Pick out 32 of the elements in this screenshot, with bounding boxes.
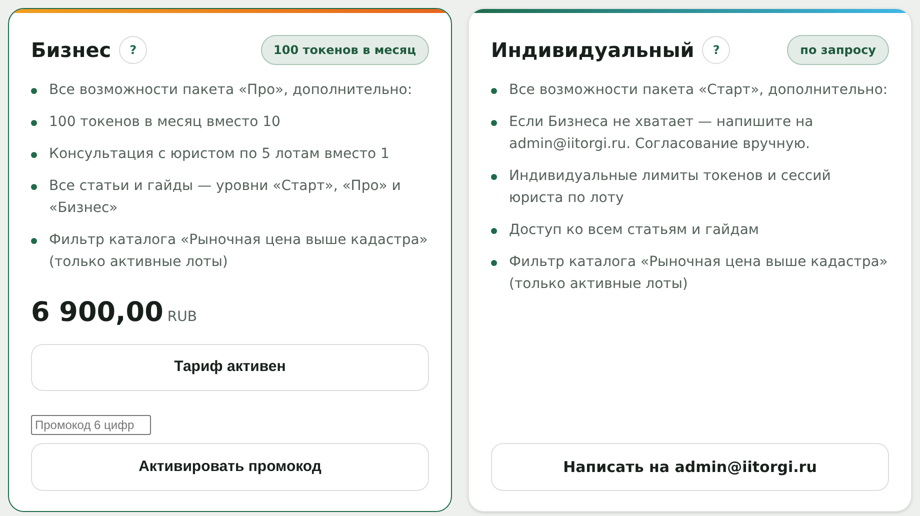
price-currency: RUB [167, 308, 197, 327]
plan-badge: по запросу [787, 35, 889, 65]
feature-text: Все возможности пакета «Старт», дополнительно: [509, 81, 888, 100]
feature-text: Если Бизнеса не хватает — напишите на admin@iitorgi.ru. Согласование вручную. [509, 113, 814, 154]
bullet-icon [491, 228, 497, 234]
email-contact-button[interactable]: Написать на admin@iitorgi.ru [491, 443, 889, 491]
plan-badge: 100 токенов в месяц [260, 35, 429, 65]
feature-text: Доступ ко всем статьям и гайдам [509, 221, 759, 240]
plan-title: Индивидуальный [491, 37, 694, 64]
feature-text: Фильтр каталога «Рыночная цена выше кадастра» (только активные лоты) [49, 231, 429, 272]
help-button[interactable]: ? [702, 36, 730, 64]
plan-title: Бизнес [31, 37, 112, 64]
activate-promo-button[interactable]: Активировать промокод [31, 443, 429, 492]
feature-text: 100 токенов в месяц вместо 10 [49, 113, 280, 132]
bullet-icon [491, 120, 497, 126]
price-amount: 6 900,00 [31, 296, 164, 330]
active-plan-button[interactable]: Тариф активен [31, 344, 429, 392]
bullet-icon [31, 88, 37, 94]
feature-text: Фильтр каталога «Рыночная цена выше кадастра» (только активные лоты) [509, 253, 889, 294]
bullet-icon [31, 120, 37, 126]
bullet-icon [31, 152, 37, 158]
bullet-icon [491, 88, 497, 94]
bullet-icon [491, 260, 497, 266]
bullet-icon [31, 184, 37, 190]
promo-code-field[interactable]: Промокод 6 цифр [31, 415, 151, 436]
bullet-icon [31, 238, 37, 244]
feature-text: Все статьи и гайды — уровни «Старт», «Про» и «Бизнес» [49, 177, 402, 218]
feature-text: Консультация с юристом по 5 лотам вместо 1 [49, 145, 390, 164]
bullet-icon [491, 174, 497, 180]
feature-text: Индивидуальные лимиты токенов и сессий юриста по лоту [509, 167, 832, 208]
help-button[interactable]: ? [119, 36, 148, 64]
feature-text: Все возможности пакета «Про», дополнительно: [49, 81, 412, 100]
